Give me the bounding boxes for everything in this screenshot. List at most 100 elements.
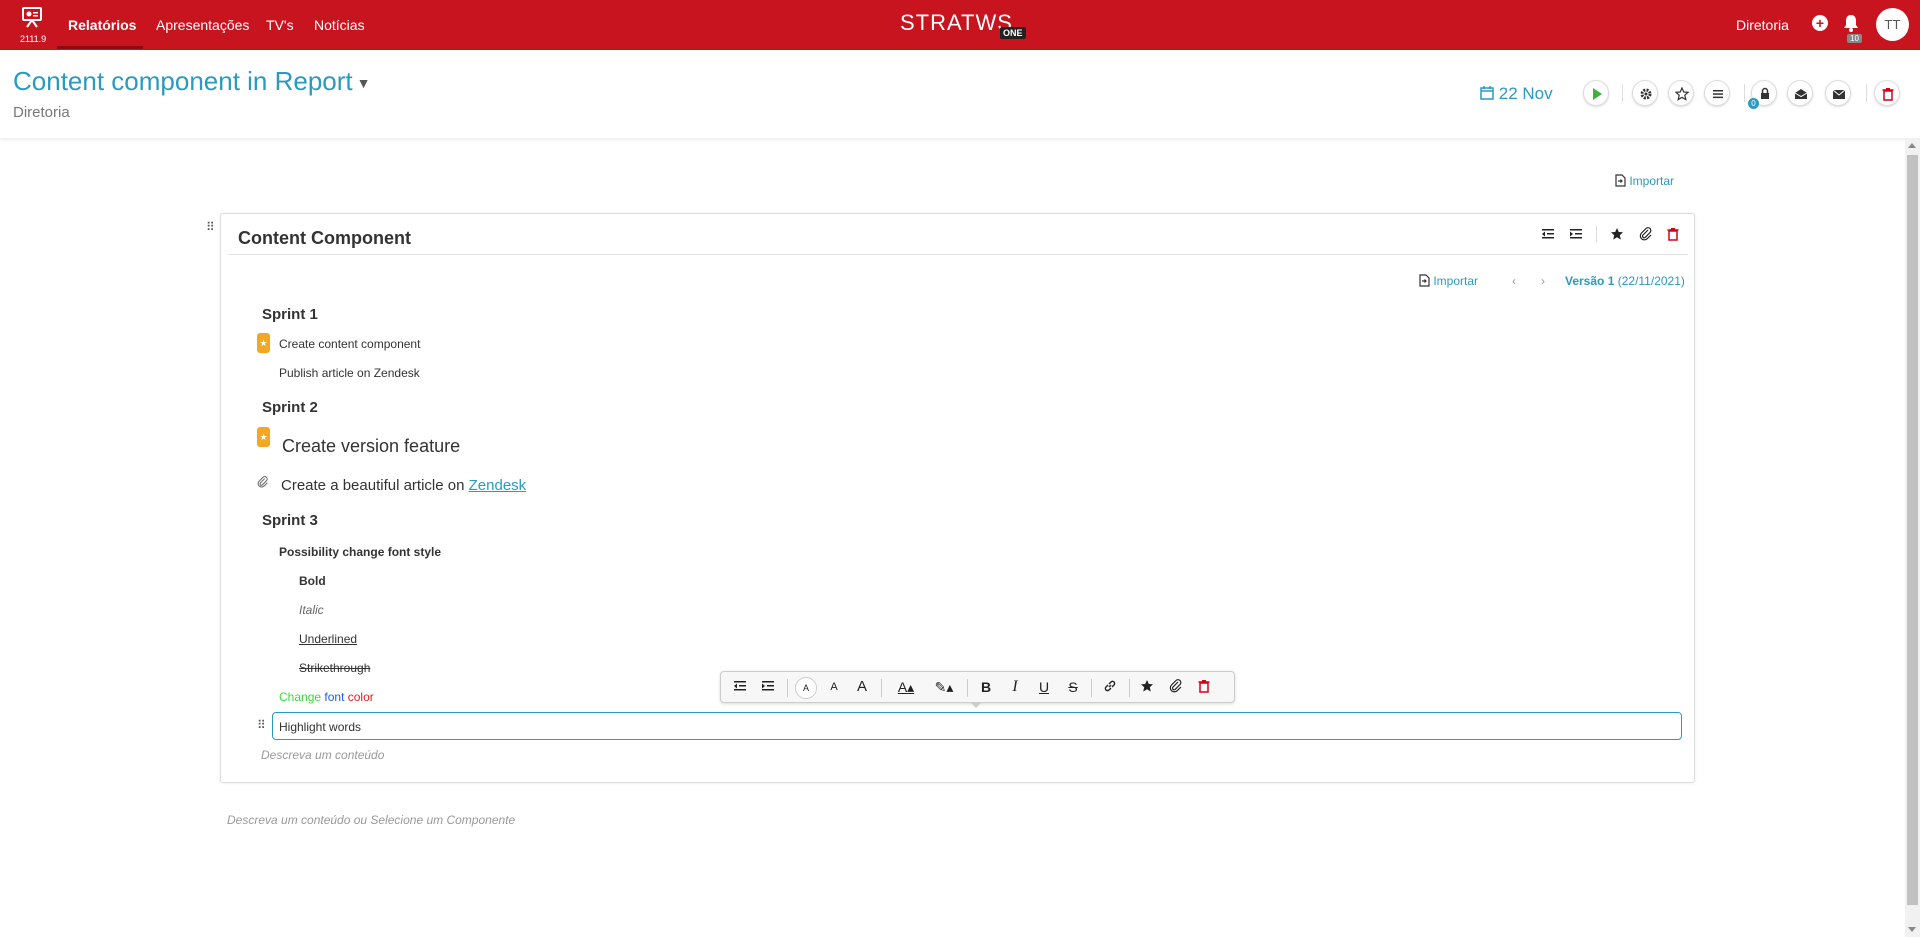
chevron-right-icon[interactable]: › [1541, 274, 1545, 288]
content-line-italic[interactable]: Italic [299, 603, 324, 617]
colored-word: font [324, 690, 345, 704]
font-size-small-icon[interactable]: A [795, 677, 817, 699]
card-star-button[interactable] [1610, 227, 1624, 246]
font-color-icon[interactable]: A▴ [893, 679, 919, 696]
divider [1596, 226, 1597, 242]
favorite-button[interactable] [1668, 80, 1694, 106]
paperclip-icon [1639, 227, 1652, 241]
underline-icon[interactable]: U [1035, 679, 1053, 695]
file-import-icon [1615, 174, 1626, 187]
font-size-large-icon[interactable]: A [853, 678, 871, 695]
zendesk-link[interactable]: Zendesk [469, 477, 527, 494]
content-line[interactable]: Publish article on Zendesk [279, 366, 420, 380]
import-link[interactable]: Importar [1615, 174, 1674, 188]
row-drag-handle[interactable]: ⠿ [257, 718, 266, 732]
play-icon [1593, 88, 1602, 100]
gear-icon [1640, 88, 1652, 100]
page-title[interactable]: Content component in Report ▼ [13, 66, 371, 97]
sprint-2-heading[interactable]: Sprint 2 [262, 399, 318, 416]
indent-button[interactable] [1569, 227, 1583, 246]
star-icon[interactable]: ★ [257, 427, 270, 447]
play-button[interactable] [1583, 80, 1609, 106]
page-subtitle: Diretoria [13, 104, 70, 121]
nav-item-tvs[interactable]: TV's [266, 17, 294, 33]
trash-icon[interactable] [1195, 679, 1213, 696]
editor-text: Highlight words [279, 720, 362, 734]
content-line[interactable]: Create content component [279, 337, 420, 351]
envelope-open-icon [1794, 89, 1808, 99]
add-content-placeholder[interactable]: Descreva um conteúdo ou Selecione um Com… [227, 813, 515, 827]
content-line-colored[interactable]: Change font color [279, 690, 374, 704]
colored-word: color [347, 690, 374, 704]
scroll-down-arrow[interactable] [1908, 927, 1916, 932]
content-line[interactable]: Possibility change font style [279, 545, 441, 559]
card-delete-button[interactable] [1667, 227, 1679, 246]
app-version: 2111.9 [20, 34, 47, 44]
highlighter-icon[interactable]: ✎▴ [931, 679, 957, 696]
content-line-underlined[interactable]: Underlined [299, 632, 357, 646]
star-icon[interactable]: ★ [257, 333, 270, 353]
page-header: Content component in Report ▼ Diretoria 2… [0, 50, 1920, 138]
colored-word: Change [279, 690, 322, 704]
bold-icon[interactable]: B [977, 679, 995, 695]
card-drag-handle[interactable]: ⠿ [206, 220, 215, 234]
content-line-bold[interactable]: Bold [299, 574, 326, 588]
link-icon[interactable] [1101, 679, 1119, 696]
strikethrough-icon[interactable]: S [1064, 679, 1082, 695]
outdent-button[interactable] [1541, 227, 1555, 246]
nav-item-noticias[interactable]: Notícias [314, 17, 365, 33]
import-label: Importar [1629, 174, 1675, 188]
card-attach-button[interactable] [1639, 227, 1653, 246]
divider [967, 679, 968, 697]
list-icon [1713, 90, 1723, 99]
indent-icon[interactable] [759, 679, 777, 696]
paperclip-icon[interactable] [1167, 679, 1185, 696]
nav-item-relatorios[interactable]: Relatórios [68, 17, 136, 33]
content-line[interactable]: Create version feature [282, 436, 460, 457]
scrollbar-thumb[interactable] [1907, 155, 1918, 905]
menu-button[interactable] [1704, 80, 1730, 106]
divider [881, 679, 882, 697]
settings-button[interactable] [1632, 80, 1658, 106]
chevron-left-icon[interactable]: ‹ [1512, 274, 1516, 288]
text-format-toolbar: A A A A▴ ✎▴ B I U S [720, 671, 1235, 703]
content-text: Create a beautiful article on [281, 477, 469, 494]
version-selector[interactable]: Versão 1 (22/11/2021) [1565, 274, 1685, 288]
divider [1129, 679, 1130, 697]
calendar-icon [1480, 86, 1494, 100]
open-mail-button[interactable] [1787, 80, 1813, 106]
add-icon[interactable]: + [1812, 15, 1828, 31]
content-line-strikethrough[interactable]: Strikethrough [299, 661, 370, 675]
paperclip-icon[interactable] [257, 476, 269, 491]
content-line[interactable]: Create a beautiful article on Zendesk [281, 477, 526, 494]
scroll-up-arrow[interactable] [1908, 143, 1916, 148]
mail-button[interactable] [1825, 80, 1851, 106]
star-icon [1611, 228, 1623, 240]
workspace-label[interactable]: Diretoria [1736, 17, 1789, 33]
divider [1866, 84, 1867, 102]
envelope-icon [1832, 89, 1846, 99]
indent-icon [1570, 229, 1582, 239]
italic-icon[interactable]: I [1006, 678, 1024, 696]
file-import-icon [1419, 274, 1430, 287]
top-navbar: 2111.9 Relatórios Apresentações TV's Not… [0, 0, 1920, 50]
sprint-1-heading[interactable]: Sprint 1 [262, 306, 318, 323]
content-placeholder[interactable]: Descreva um conteúdo [261, 748, 384, 762]
star-icon[interactable] [1138, 679, 1156, 696]
delete-button[interactable] [1874, 80, 1900, 106]
card-import-label: Importar [1433, 274, 1479, 288]
divider [1622, 84, 1623, 102]
date-button[interactable]: 22 Nov [1480, 84, 1553, 104]
app-logo[interactable]: 2111.9 [20, 6, 47, 44]
sprint-3-heading[interactable]: Sprint 3 [262, 512, 318, 529]
avatar[interactable]: TT [1876, 8, 1909, 41]
content-editor-input[interactable]: Highlight words [272, 712, 1682, 740]
nav-item-apresentacoes[interactable]: Apresentações [156, 17, 249, 33]
caret-down-icon[interactable]: ▼ [357, 75, 371, 91]
outdent-icon[interactable] [731, 679, 749, 696]
divider [787, 679, 788, 697]
card-import-link[interactable]: Importar [1419, 274, 1478, 288]
lock-count-badge: 0 [1748, 98, 1759, 109]
card-title: Content Component [238, 228, 411, 248]
font-size-medium-icon[interactable]: A [825, 681, 843, 693]
